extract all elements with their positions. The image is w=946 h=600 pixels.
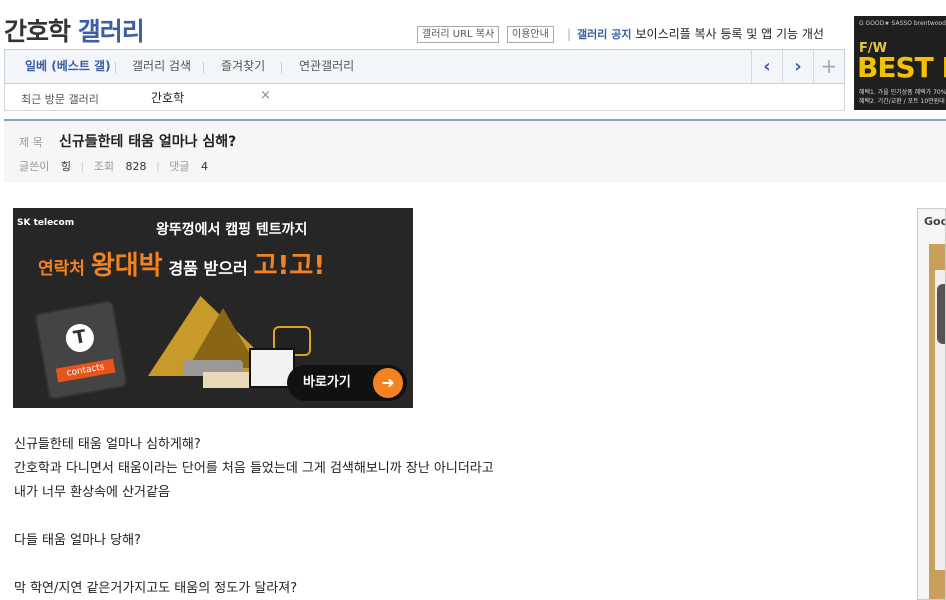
gallery-nav: 일베 (베스트 갤) 갤러리 검색 즐겨찾기 연관갤러리 ‹ › +	[4, 49, 845, 84]
notice-text[interactable]: 보이스리플 복사 등록 및 앱 기능 개선	[635, 27, 824, 41]
notice-label: 갤러리 공지	[577, 28, 632, 41]
chevron-right-icon[interactable]: ›	[782, 50, 813, 83]
post-subject: 신규들한테 태움 얼마나 심해?	[59, 134, 237, 150]
author-label: 글쓴이	[19, 160, 50, 173]
post-header: 제 목 신규들한테 태움 얼마나 심해? 글쓴이 힝 | 조회 828 | 댓글…	[4, 119, 946, 182]
post-body: 신규들한테 태움 얼마나 심하게해? 간호학과 다니면서 태움이라는 단어를 처…	[14, 437, 494, 596]
banner-headline-2d: 고!고!	[253, 251, 326, 281]
go-button-label: 바로가기	[303, 375, 351, 390]
banner-headline-2a: 연락처	[38, 259, 85, 279]
comments-label: 댓글	[169, 160, 190, 173]
banner-headline-2: 연락처 왕대박 경품 받으러 고!고!	[38, 245, 325, 282]
side-ad-figure	[937, 284, 945, 344]
banner-headline-1: 왕뚜껑에서 캠핑 텐트까지	[156, 222, 308, 238]
side-ad-label: Goo	[924, 215, 946, 228]
ad-banner-right[interactable]: G GOOD★ SASSO brentwood F/W BEST IT 혜택1.…	[854, 16, 946, 110]
go-button[interactable]: 바로가기 ➜	[287, 365, 407, 401]
notice-divider: |	[567, 27, 572, 41]
nav-item-related[interactable]: 연관갤러리	[299, 50, 354, 83]
ad-best: BEST IT	[857, 51, 946, 84]
post-meta: 글쓴이 힝 | 조회 828 | 댓글 4	[19, 158, 208, 174]
ad-details: 혜택1. 가을 인기상품 혜택가 70% OF 혜택2. 기간/교환 / 포트 …	[859, 88, 946, 106]
nav-item-best[interactable]: 일베 (베스트 갤)	[25, 50, 111, 83]
recent-label: 최근 방문 갤러리	[21, 93, 99, 106]
nav-item-search[interactable]: 갤러리 검색	[132, 50, 191, 83]
meta-divider: |	[155, 160, 160, 173]
sk-logo: SK telecom	[17, 218, 75, 228]
post-comments[interactable]: 4	[201, 160, 208, 173]
post-author[interactable]: 힝	[61, 160, 71, 173]
copy-url-button[interactable]: 갤러리 URL 복사	[417, 26, 500, 43]
nav-divider	[281, 62, 282, 73]
gallery-title-main: 간호학	[4, 17, 71, 46]
views-label: 조회	[93, 160, 114, 173]
close-icon[interactable]: ×	[260, 88, 271, 103]
tworld-icon: T	[63, 321, 97, 355]
ad-line-2: 혜택2. 기간/교환 / 포트 10만원대	[859, 98, 945, 105]
banner-headline-2b: 왕대박	[90, 251, 163, 281]
gallery-title[interactable]: 간호학 갤러리	[4, 12, 145, 48]
ad-banner-sk[interactable]: SK telecom 왕뚜껑에서 캠핑 텐트까지 연락처 왕대박 경품 받으러 …	[13, 208, 413, 408]
post-views: 828	[125, 160, 147, 173]
meta-divider: |	[80, 160, 85, 173]
chevron-left-icon[interactable]: ‹	[751, 50, 782, 83]
voucher-image	[203, 372, 249, 388]
side-ad-box[interactable]: Goo	[917, 208, 946, 600]
subject-label: 제 목	[19, 136, 43, 149]
recent-gallery-link[interactable]: 간호학	[151, 89, 184, 106]
guide-button[interactable]: 이용안내	[507, 26, 554, 43]
recent-galleries: 최근 방문 갤러리 간호학 ×	[4, 84, 845, 111]
gallery-title-suffix: 갤러리	[77, 17, 145, 46]
nav-divider	[203, 62, 204, 73]
ad-brand: G GOOD★ SASSO brentwood	[859, 20, 946, 27]
gallery-notice[interactable]: | 갤러리 공지 보이스리플 복사 등록 및 앱 기능 개선	[567, 26, 824, 43]
contacts-book-image: T contacts	[33, 299, 129, 401]
book-label: contacts	[55, 358, 116, 383]
nav-item-favorites[interactable]: 즐겨찾기	[221, 50, 265, 83]
side-ad-image	[929, 244, 945, 599]
banner-headline-2c: 경품 받으러	[168, 259, 248, 278]
exit-arrow-icon: ➜	[373, 368, 403, 398]
ad-line-1: 혜택1. 가을 인기상품 혜택가 70% OF	[859, 89, 946, 96]
plus-icon[interactable]: +	[813, 50, 844, 83]
nav-divider	[115, 62, 116, 73]
